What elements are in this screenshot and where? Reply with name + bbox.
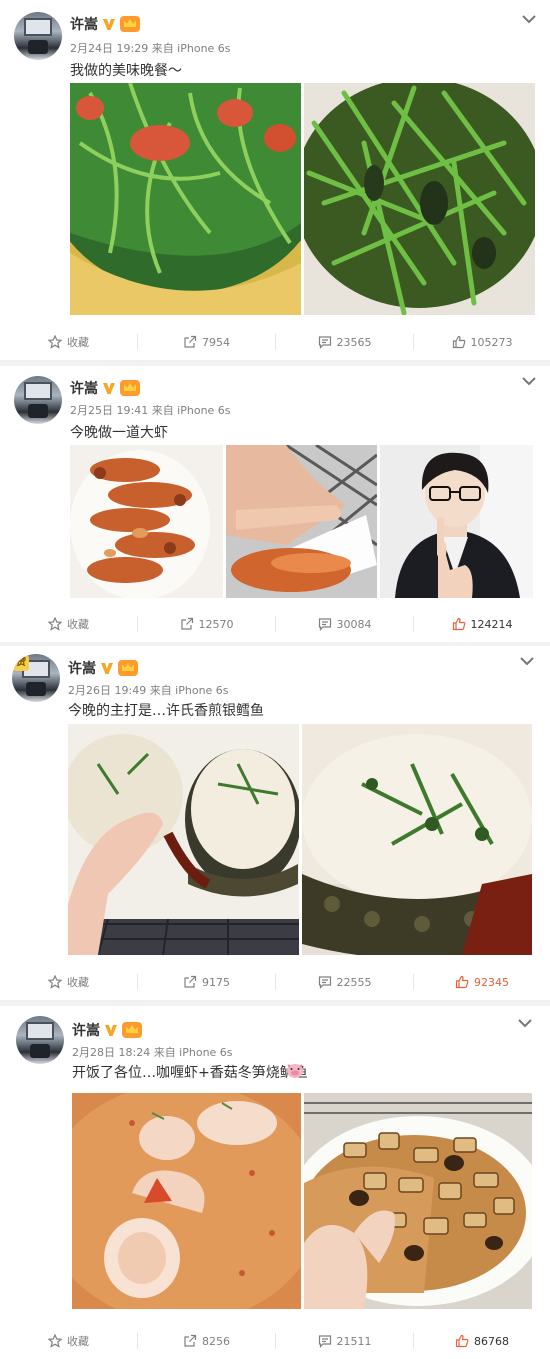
- like-count: 86768: [474, 1334, 509, 1348]
- like-count: 105273: [470, 335, 513, 349]
- avatar-badge: 赞: [13, 655, 29, 671]
- repost-button[interactable]: 12570: [138, 606, 275, 642]
- post-image[interactable]: [70, 445, 223, 598]
- action-bar: 收藏 12570 30084 124214: [0, 606, 550, 642]
- like-count: 124214: [470, 617, 513, 631]
- post-meta: 2月28日 18:24 来自 iPhone 6s: [72, 1046, 233, 1059]
- thumbs-up-icon: [452, 335, 465, 349]
- action-bar: 收藏 9175 22555 92345: [0, 964, 550, 1000]
- thumbs-up-icon: [452, 617, 465, 631]
- comment-count: 23565: [336, 335, 372, 349]
- post-text: 今晚做一道大虾: [70, 425, 168, 441]
- repost-icon: [184, 975, 197, 988]
- favorite-label: 收藏: [67, 976, 89, 989]
- chevron-down-icon[interactable]: [522, 376, 536, 386]
- post-meta: 2月26日 19:49 来自 iPhone 6s: [68, 684, 229, 697]
- repost-count: 9175: [202, 975, 230, 989]
- chevron-down-icon[interactable]: [522, 14, 536, 24]
- repost-count: 8256: [202, 1334, 230, 1348]
- post-image[interactable]: [302, 724, 532, 955]
- like-count: 92345: [474, 975, 509, 989]
- user-name[interactable]: 许嵩: [70, 378, 98, 398]
- comment-icon: [318, 976, 331, 989]
- avatar[interactable]: [14, 376, 62, 424]
- comment-icon: [318, 336, 331, 349]
- repost-count: 7954: [202, 335, 230, 349]
- weibo-post: 赞 许嵩 2月26日 19:49 来自 iPhone 6s 今晚的主打是…许氏香…: [0, 646, 550, 964]
- vip-crown-icon[interactable]: [120, 380, 140, 396]
- comment-icon: [318, 1335, 331, 1348]
- action-bar: 收藏 7954 23565 105273: [0, 324, 550, 360]
- post-text: 我做的美味晚餐～: [70, 63, 182, 79]
- post-meta: 2月25日 19:41 来自 iPhone 6s: [70, 404, 231, 417]
- favorite-button[interactable]: 收藏: [0, 964, 137, 1000]
- comment-button[interactable]: 22555: [276, 964, 413, 1000]
- thumbs-up-icon: [455, 975, 469, 989]
- star-icon: [48, 335, 62, 349]
- like-button[interactable]: 124214: [414, 606, 550, 642]
- repost-button[interactable]: 8256: [138, 1323, 275, 1359]
- favorite-button[interactable]: 收藏: [0, 324, 137, 360]
- post-image[interactable]: [70, 83, 301, 315]
- repost-button[interactable]: 9175: [138, 964, 275, 1000]
- vip-crown-icon[interactable]: [122, 1022, 142, 1038]
- favorite-button[interactable]: 收藏: [0, 606, 137, 642]
- verified-v-icon: [101, 663, 113, 674]
- repost-count: 12570: [198, 617, 234, 631]
- repost-button[interactable]: 7954: [138, 324, 275, 360]
- vip-crown-icon[interactable]: [120, 16, 140, 32]
- action-bar: 收藏 8256 21511 86768: [0, 1323, 550, 1359]
- star-icon: [48, 1334, 62, 1348]
- user-name[interactable]: 许嵩: [68, 658, 96, 678]
- chevron-down-icon[interactable]: [518, 1018, 532, 1028]
- comment-button[interactable]: 23565: [276, 324, 413, 360]
- avatar[interactable]: [16, 1016, 64, 1064]
- user-name[interactable]: 许嵩: [72, 1020, 100, 1040]
- post-image[interactable]: [226, 445, 377, 598]
- post-image[interactable]: [304, 1093, 532, 1309]
- pig-emoji-icon: [287, 1064, 303, 1078]
- comment-count: 30084: [336, 617, 372, 631]
- favorite-label: 收藏: [67, 1335, 89, 1348]
- favorite-label: 收藏: [67, 336, 89, 349]
- post-image[interactable]: [72, 1093, 301, 1309]
- thumbs-up-icon: [455, 1334, 469, 1348]
- comment-count: 21511: [336, 1334, 372, 1348]
- repost-icon: [184, 1334, 197, 1347]
- verified-v-icon: [105, 1025, 117, 1036]
- post-meta: 2月24日 19:29 来自 iPhone 6s: [70, 42, 231, 55]
- favorite-label: 收藏: [67, 618, 89, 631]
- comment-button[interactable]: 21511: [276, 1323, 413, 1359]
- user-name[interactable]: 许嵩: [70, 14, 98, 34]
- post-text: 开饭了各位…咖喱虾+香菇冬笋烧鲈鱼: [72, 1065, 308, 1081]
- weibo-post: 许嵩 2月24日 19:29 来自 iPhone 6s 我做的美味晚餐～: [0, 0, 550, 324]
- favorite-button[interactable]: 收藏: [0, 1323, 137, 1359]
- weibo-post: 许嵩 2月28日 18:24 来自 iPhone 6s 开饭了各位…咖喱虾+香菇…: [0, 1006, 550, 1323]
- post-text: 今晚的主打是…许氏香煎银鳕鱼: [68, 703, 264, 719]
- like-button[interactable]: 105273: [414, 324, 550, 360]
- repost-icon: [180, 617, 193, 630]
- post-image[interactable]: [380, 445, 533, 598]
- star-icon: [48, 617, 62, 631]
- star-icon: [48, 975, 62, 989]
- chevron-down-icon[interactable]: [520, 656, 534, 666]
- avatar[interactable]: [14, 12, 62, 60]
- comment-button[interactable]: 30084: [276, 606, 413, 642]
- comment-count: 22555: [336, 975, 372, 989]
- comment-icon: [318, 618, 331, 631]
- like-button[interactable]: 92345: [414, 964, 550, 1000]
- post-image[interactable]: [304, 83, 535, 315]
- avatar[interactable]: 赞: [12, 654, 60, 702]
- vip-crown-icon[interactable]: [118, 660, 138, 676]
- post-image[interactable]: [68, 724, 299, 955]
- weibo-post: 许嵩 2月25日 19:41 来自 iPhone 6s 今晚做一道大虾: [0, 366, 550, 606]
- verified-v-icon: [103, 19, 115, 30]
- verified-v-icon: [103, 383, 115, 394]
- like-button[interactable]: 86768: [414, 1323, 550, 1359]
- repost-icon: [184, 335, 197, 348]
